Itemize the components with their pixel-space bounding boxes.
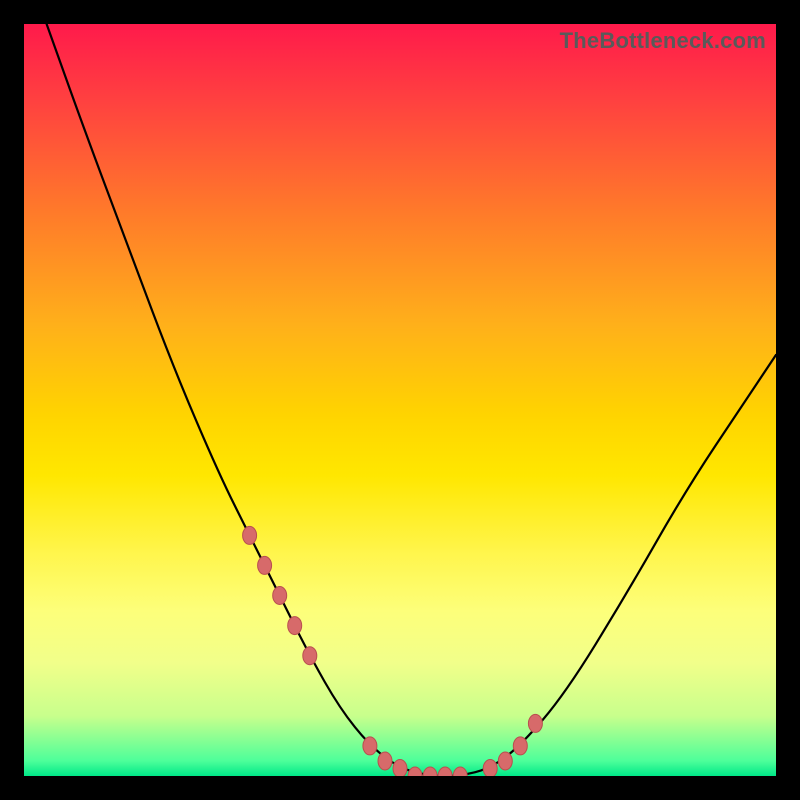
highlighted-point bbox=[453, 767, 467, 776]
highlighted-point bbox=[378, 752, 392, 770]
highlighted-point bbox=[438, 767, 452, 776]
chart-plot-area: TheBottleneck.com bbox=[24, 24, 776, 776]
highlighted-point bbox=[513, 737, 527, 755]
highlighted-point bbox=[483, 760, 497, 777]
highlighted-point bbox=[528, 714, 542, 732]
highlighted-point bbox=[288, 617, 302, 635]
highlighted-point bbox=[393, 760, 407, 777]
bottleneck-curve-svg bbox=[24, 24, 776, 776]
highlighted-point bbox=[423, 767, 437, 776]
highlighted-points-group bbox=[243, 526, 543, 776]
highlighted-point bbox=[243, 526, 257, 544]
highlighted-point bbox=[498, 752, 512, 770]
bottleneck-curve-path bbox=[47, 24, 776, 776]
highlighted-point bbox=[258, 556, 272, 574]
highlighted-point bbox=[408, 767, 422, 776]
highlighted-point bbox=[273, 587, 287, 605]
highlighted-point bbox=[303, 647, 317, 665]
highlighted-point bbox=[363, 737, 377, 755]
